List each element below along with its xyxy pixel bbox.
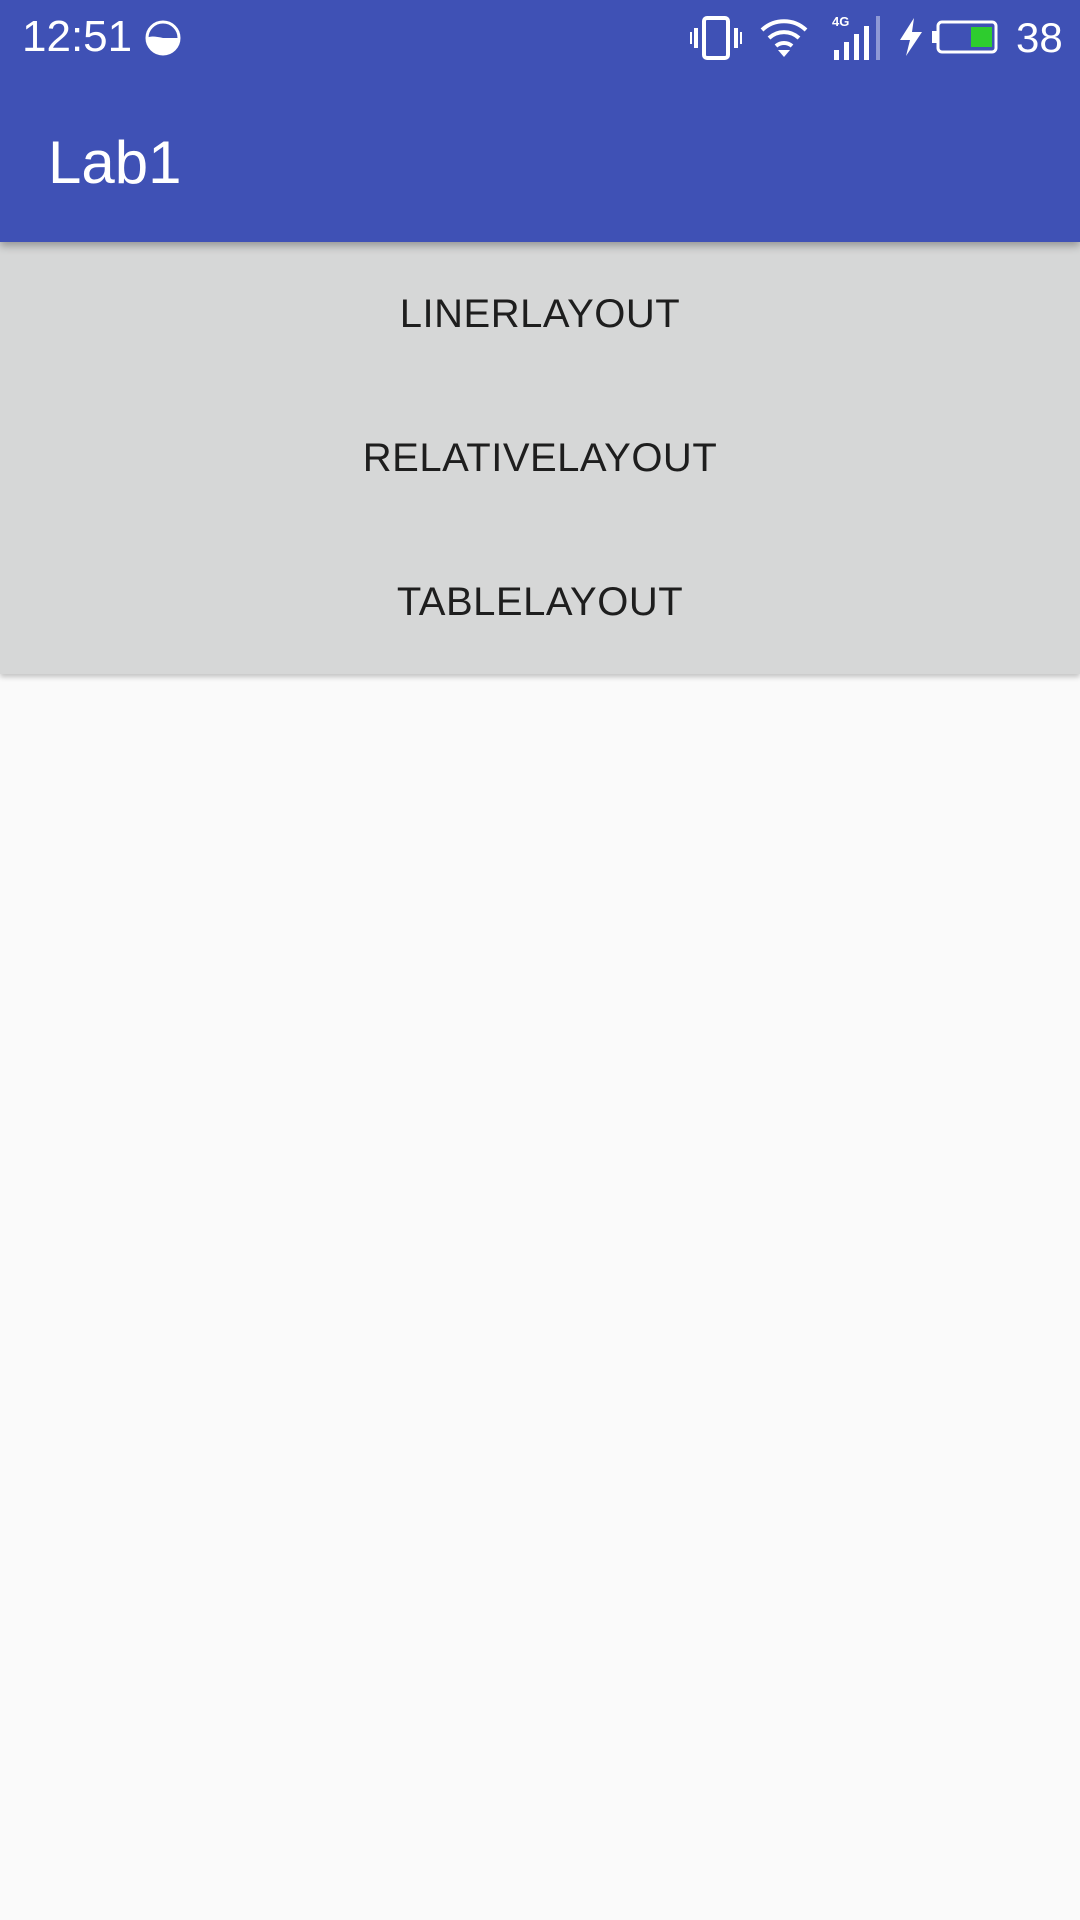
status-time: 12:51 [22, 12, 133, 61]
svg-text:4G: 4G [832, 14, 849, 29]
data-saver-icon [145, 20, 181, 56]
charging-icon [900, 18, 922, 56]
battery-fill [971, 27, 992, 47]
wifi-icon [760, 19, 808, 57]
relative-layout-button[interactable]: RELATIVELAYOUT [0, 386, 1080, 530]
app-title: Lab1 [48, 129, 182, 196]
signal-4g-icon: 4G [832, 14, 880, 60]
battery-icon [932, 20, 998, 54]
vibrate-icon [690, 16, 742, 60]
linear-layout-button[interactable]: LINERLAYOUT [0, 242, 1080, 386]
main-content: LINERLAYOUT RELATIVELAYOUT TABLELAYOUT [0, 242, 1080, 674]
status-bar: 12:51 4G 38 [0, 0, 1080, 75]
battery-level: 38 [1016, 14, 1063, 61]
app-bar: 12:51 4G 38 Lab1 [0, 0, 1080, 242]
layout-button-list: LINERLAYOUT RELATIVELAYOUT TABLELAYOUT [0, 242, 1080, 674]
table-layout-button[interactable]: TABLELAYOUT [0, 530, 1080, 674]
